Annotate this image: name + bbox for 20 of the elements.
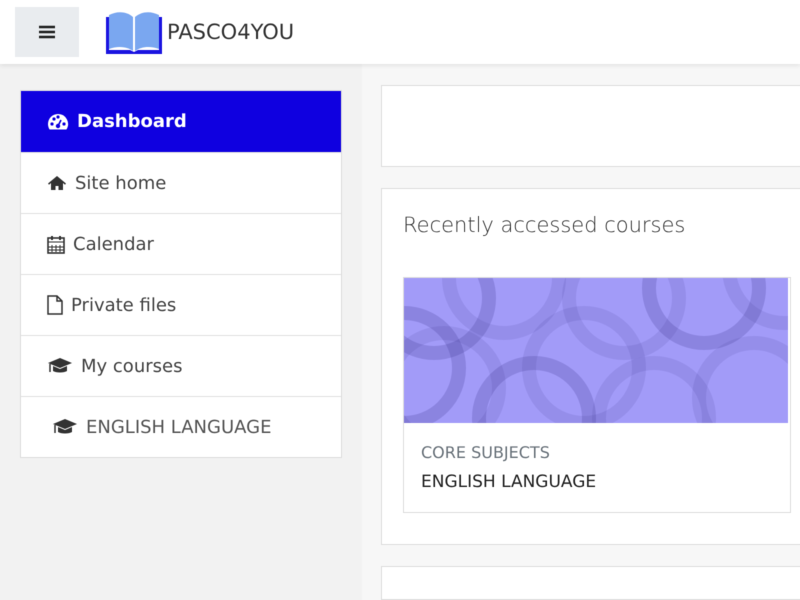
home-icon: [47, 175, 67, 191]
nav-item[interactable]: Calendar: [21, 213, 341, 274]
file-icon: [47, 295, 63, 315]
nav-item[interactable]: Site home: [21, 152, 341, 213]
menu-button[interactable]: [15, 7, 79, 57]
course-card[interactable]: CORE SUBJECTS ENGLISH LANGUAGE: [403, 276, 791, 513]
calendar-icon: [47, 234, 65, 254]
course-name[interactable]: ENGLISH LANGUAGE: [421, 472, 773, 492]
graduation-cap-icon: [52, 418, 78, 436]
nav-item[interactable]: Dashboard: [21, 91, 341, 152]
nav-item[interactable]: ENGLISH LANGUAGE: [21, 396, 341, 457]
nav-item[interactable]: My courses: [21, 335, 341, 396]
menu-icon: [39, 25, 55, 39]
dashboard-icon: [47, 112, 69, 130]
open-book-logo: [105, 9, 163, 55]
nav-item[interactable]: Private files: [21, 274, 341, 335]
course-category: CORE SUBJECTS: [421, 442, 551, 462]
brand-name: PASCO4YOU: [167, 20, 294, 44]
graduation-cap-icon: [47, 357, 73, 375]
section-title: Recently accessed courses: [403, 212, 686, 237]
